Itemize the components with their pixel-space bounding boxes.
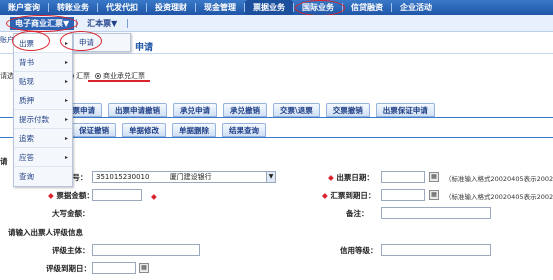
tab-accept-apply[interactable]: 承兑申请 bbox=[173, 103, 217, 117]
nav-investment[interactable]: 投资理财 bbox=[147, 0, 195, 15]
tab-deliver-cancel[interactable]: 交票撤销 bbox=[325, 103, 370, 117]
calendar-icon[interactable]: ▦ bbox=[139, 263, 149, 273]
tabs-row-1-line bbox=[0, 117, 553, 118]
subnav-electronic-bill[interactable]: 电子商业汇票▼ bbox=[10, 16, 75, 30]
drawer-account-select[interactable]: 351015230010 厦门建设银行 ▼ bbox=[92, 171, 276, 183]
tab-guarantee-cancel[interactable]: 保证撤销 bbox=[72, 123, 116, 137]
top-nav: 账户查询 转账业务 代发代扣 投资理财 现金管理 票据业务 国际业务 信贷融资 … bbox=[0, 0, 553, 15]
subnav-bill-draft-label: 汇本票 bbox=[87, 18, 112, 28]
drawer-account-value: 351015230010 bbox=[96, 173, 150, 181]
nav-transfer[interactable]: 转账业务 bbox=[49, 0, 97, 15]
title-divider bbox=[0, 53, 553, 54]
nav-bill-business[interactable]: 票据业务 bbox=[245, 0, 293, 15]
menu-item-label: 质押 bbox=[19, 96, 34, 105]
remark-input[interactable] bbox=[381, 207, 491, 219]
due-date-label-text: 汇票到期日： bbox=[330, 191, 376, 200]
tab-accept-cancel[interactable]: 承兑撤销 bbox=[223, 103, 267, 117]
chevron-right-icon: ▸ bbox=[64, 154, 68, 161]
rating-section-heading: 请输入出票人评级信息 bbox=[8, 228, 83, 237]
sub-nav: 电子商业汇票▼ 汇本票▼ bbox=[0, 15, 553, 32]
chevron-down-icon: ▼ bbox=[63, 18, 70, 28]
nav-credit[interactable]: 信贷融资 bbox=[343, 0, 391, 15]
chevron-down-icon: ▼ bbox=[266, 172, 275, 182]
subnav-bill-draft[interactable]: 汇本票▼ bbox=[79, 18, 125, 29]
issue-date-input[interactable] bbox=[381, 171, 425, 183]
tabs-row-1: 出票申请 出票申请撤销 承兑申请 承兑撤销 交票\退票 交票撤销 出票保证申请 bbox=[58, 103, 435, 117]
date-format-hint: （标准输入格式20020405表示2002年 bbox=[445, 175, 553, 183]
menu-item-issue[interactable]: 出票 ▸ bbox=[14, 34, 72, 53]
amount-upper-label: 大写金额： bbox=[52, 209, 90, 218]
issue-date-label-text: 出票日期： bbox=[336, 173, 374, 182]
date-format-hint: （标准输入格式20020405表示2002年 bbox=[445, 193, 553, 201]
tabs-row-2-line bbox=[0, 137, 553, 138]
tab-bill-modify[interactable]: 单据修改 bbox=[122, 123, 166, 137]
amount-label-text: 票据金额： bbox=[56, 191, 94, 200]
menu-item-label: 背书 bbox=[19, 58, 34, 67]
menu-item-recourse[interactable]: 追索 ▸ bbox=[14, 129, 72, 148]
chevron-down-icon: ▼ bbox=[111, 18, 118, 28]
due-date-label: ◆ 汇票到期日： bbox=[322, 190, 375, 201]
credit-grade-input[interactable] bbox=[381, 244, 491, 256]
menu-item-discount[interactable]: 贴现 ▸ bbox=[14, 72, 72, 91]
credit-grade-label: 信用等级： bbox=[340, 246, 378, 255]
chevron-right-icon: ▸ bbox=[64, 59, 68, 66]
page-title: 申请 bbox=[135, 43, 154, 53]
chevron-right-icon: ▸ bbox=[64, 78, 68, 85]
menu-item-endorse[interactable]: 背书 ▸ bbox=[14, 53, 72, 72]
nav-international[interactable]: 国际业务 bbox=[294, 0, 342, 15]
tab-guarantee-apply[interactable]: 出票保证申请 bbox=[375, 103, 435, 117]
rating-due-label: 评级到期日： bbox=[46, 264, 91, 273]
calendar-icon[interactable]: ▦ bbox=[429, 172, 439, 182]
radio-prefix-label: 请选 bbox=[0, 72, 14, 80]
nav-account-query[interactable]: 账户查询 bbox=[0, 0, 48, 15]
tab-bill-delete[interactable]: 单据删除 bbox=[172, 123, 216, 137]
submenu-apply[interactable]: 申请 bbox=[73, 33, 131, 52]
rating-due-input[interactable] bbox=[92, 262, 136, 274]
amount-input[interactable] bbox=[92, 189, 142, 201]
tab-issue-cancel[interactable]: 出票申请撤销 bbox=[108, 103, 167, 117]
radio-commercial-bill[interactable] bbox=[95, 73, 101, 79]
nav-payroll[interactable]: 代发代扣 bbox=[98, 0, 146, 15]
drawer-name-value: 厦门建设银行 bbox=[169, 173, 212, 181]
issue-date-label: ◆ 出票日期： bbox=[328, 172, 374, 183]
rating-entity-label: 评级主体： bbox=[52, 246, 90, 255]
nav-cash-management[interactable]: 现金管理 bbox=[196, 0, 244, 15]
menu-item-label: 应答 bbox=[19, 153, 34, 162]
tab-result-query[interactable]: 结果查询 bbox=[222, 123, 266, 137]
section-heading-cut: 请 bbox=[0, 157, 8, 166]
menu-item-label: 出票 bbox=[19, 39, 34, 48]
chevron-right-icon: ▸ bbox=[64, 40, 68, 47]
subnav-electronic-bill-label: 电子商业汇票 bbox=[15, 18, 63, 28]
highlight-underline bbox=[88, 80, 150, 82]
subnav-divider bbox=[76, 18, 78, 28]
subnav-divider bbox=[127, 18, 129, 28]
tab-deliver-return[interactable]: 交票\退票 bbox=[273, 103, 320, 117]
chevron-right-icon: ▸ bbox=[64, 135, 68, 142]
menu-item-reply[interactable]: 应答 ▸ bbox=[14, 148, 72, 167]
breadcrumb: 账户 bbox=[0, 36, 14, 44]
amount-label: ◆ 票据金额： bbox=[48, 190, 94, 201]
submenu-apply-label: 申请 bbox=[79, 38, 94, 47]
chevron-right-icon: ▸ bbox=[64, 97, 68, 104]
menu-item-query[interactable]: 查询 bbox=[14, 167, 72, 186]
nav-enterprise[interactable]: 企业活动 bbox=[392, 0, 440, 15]
menu-item-label: 提示付款 bbox=[19, 115, 49, 124]
menu-item-pledge[interactable]: 质押 ▸ bbox=[14, 91, 72, 110]
menu-item-label: 追索 bbox=[19, 134, 34, 143]
chevron-right-icon: ▸ bbox=[64, 116, 68, 123]
menu-item-payment-prompt[interactable]: 提示付款 ▸ bbox=[14, 110, 72, 129]
rating-entity-input[interactable] bbox=[92, 244, 200, 256]
tabs-row-2: 保证撤销 单据修改 单据删除 结果查询 bbox=[72, 123, 266, 137]
remark-label: 备注： bbox=[346, 209, 369, 218]
bill-dropdown-menu: 出票 ▸ 背书 ▸ 贴现 ▸ 质押 ▸ 提示付款 ▸ 追索 ▸ 应答 ▸ 查询 bbox=[13, 33, 73, 187]
menu-item-label: 查询 bbox=[19, 172, 34, 181]
due-date-input[interactable] bbox=[381, 189, 425, 201]
required-marker: ◆ bbox=[151, 192, 157, 201]
calendar-icon[interactable]: ▦ bbox=[429, 190, 439, 200]
menu-item-label: 贴现 bbox=[19, 77, 34, 86]
